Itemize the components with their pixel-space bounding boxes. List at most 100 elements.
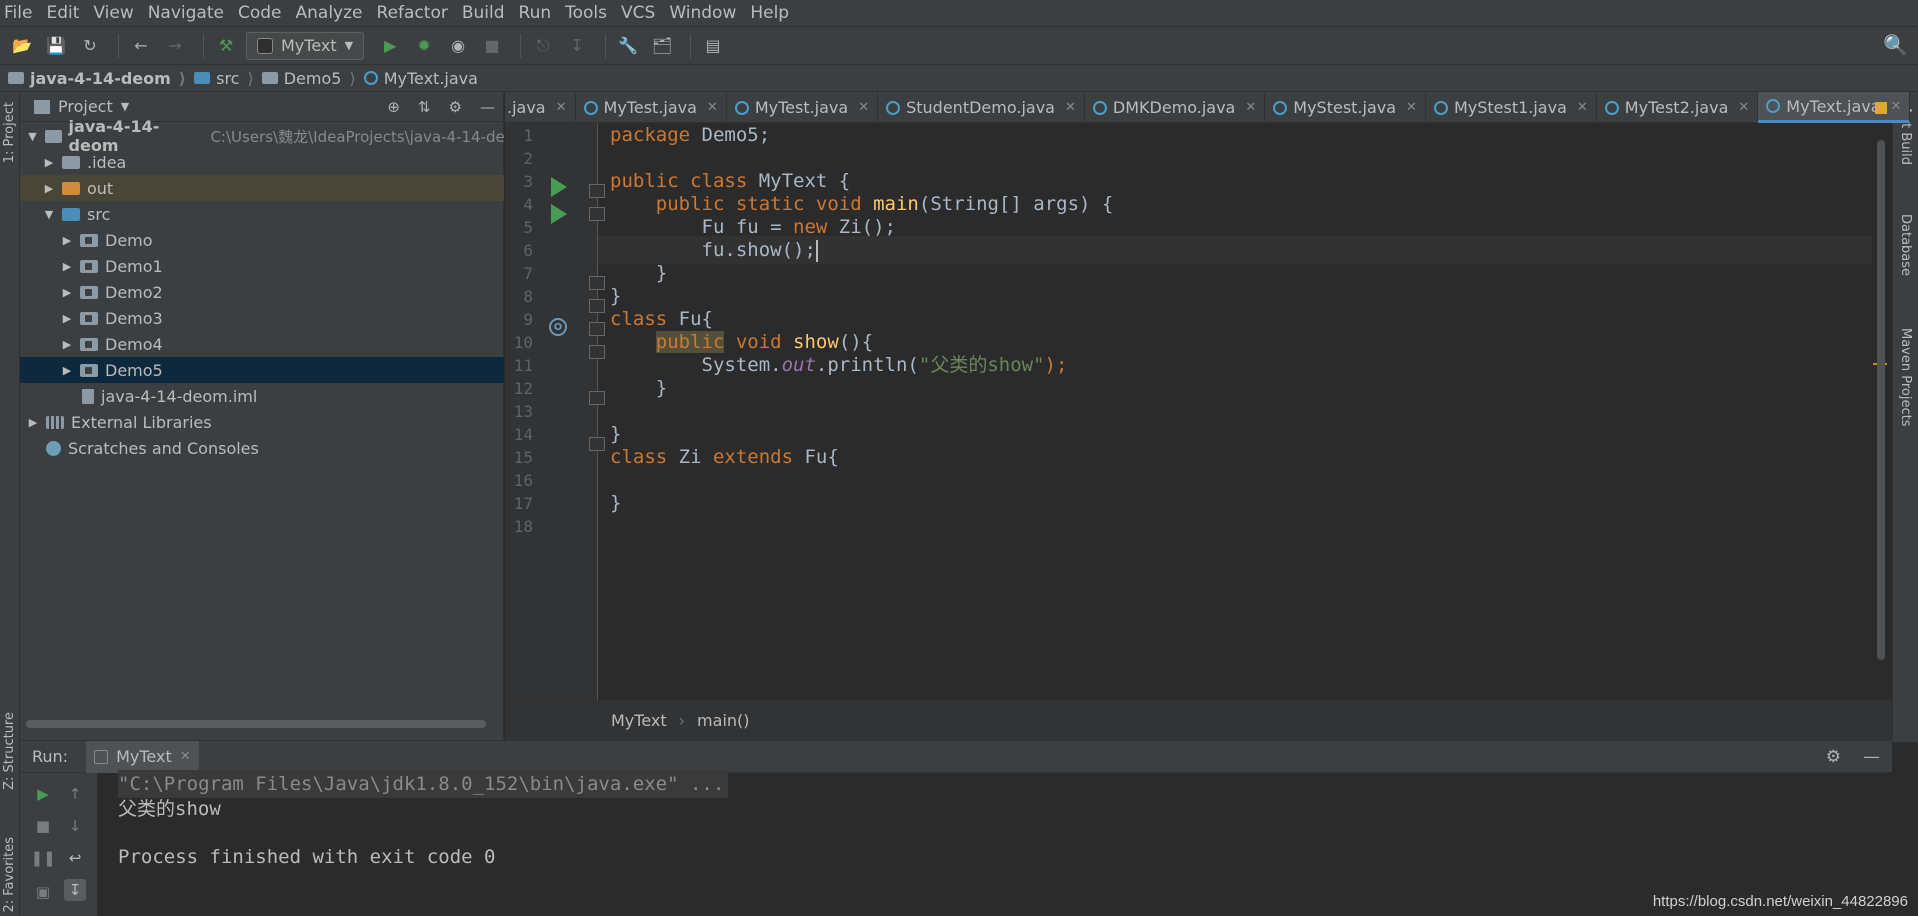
chevron-right-icon[interactable]: ▶ <box>60 338 74 351</box>
vcs-update-icon[interactable]: ⎋ <box>529 32 557 60</box>
tree-item-demo4[interactable]: ▶ Demo4 <box>20 331 504 357</box>
fold-marker-icon[interactable] <box>589 322 605 336</box>
coverage-icon[interactable]: ◉ <box>444 32 472 60</box>
close-icon[interactable]: ✕ <box>1577 100 1588 115</box>
overridden-method-icon[interactable]: O <box>549 318 567 336</box>
menu-window[interactable]: Window <box>669 3 736 23</box>
settings-wrench-icon[interactable]: 🔧 <box>614 32 642 60</box>
debug-bug-icon[interactable]: ✹ <box>410 32 438 60</box>
chevron-down-icon[interactable]: ▼ <box>42 208 56 221</box>
chevron-right-icon[interactable]: ▶ <box>60 312 74 325</box>
run-tab-mytext[interactable]: MyText ✕ <box>86 740 199 773</box>
project-panel-title[interactable]: Project <box>58 97 113 116</box>
chevron-right-icon[interactable]: ▶ <box>26 416 40 429</box>
gear-icon[interactable]: ⚙ <box>1826 747 1841 767</box>
fold-marker-icon[interactable] <box>589 207 605 221</box>
open-folder-icon[interactable]: 📂 <box>8 32 36 60</box>
tabs-overflow-button[interactable]: ▾≡1 <box>1910 92 1918 122</box>
search-icon[interactable]: 🔍 <box>1883 33 1908 57</box>
chevron-down-icon[interactable]: ▼ <box>26 130 39 143</box>
structure-tool-tab[interactable]: Z: Structure <box>2 712 17 790</box>
forward-icon[interactable]: → <box>161 32 189 60</box>
tree-item-out[interactable]: ▶ out <box>20 175 504 201</box>
tree-item-demo5[interactable]: ▶ Demo5 <box>20 357 504 383</box>
tree-item-external-libraries[interactable]: ▶ External Libraries <box>20 409 504 435</box>
chevron-right-icon[interactable]: ▶ <box>60 234 74 247</box>
tab-mystest[interactable]: MyStest.java ✕ <box>1265 92 1426 123</box>
build-hammer-icon[interactable]: ⚒ <box>212 32 240 60</box>
close-icon[interactable]: ✕ <box>1738 100 1749 115</box>
run-main-gutter-icon[interactable] <box>551 204 567 224</box>
fold-marker-icon[interactable] <box>589 299 605 313</box>
horizontal-scrollbar[interactable] <box>26 720 486 728</box>
inspection-status-icon[interactable] <box>1875 102 1887 114</box>
tab-java-partial[interactable]: .java ✕ <box>505 92 576 123</box>
close-icon[interactable]: ✕ <box>1406 100 1417 115</box>
vcs-commit-icon[interactable]: ↧ <box>563 32 591 60</box>
chevron-right-icon[interactable]: ▶ <box>60 260 74 273</box>
stop-icon[interactable]: ■ <box>32 815 54 837</box>
tab-mytest-2[interactable]: MyTest.java ✕ <box>727 92 879 123</box>
menu-help[interactable]: Help <box>750 3 789 23</box>
minimize-icon[interactable]: — <box>1863 747 1880 767</box>
back-icon[interactable]: ← <box>127 32 155 60</box>
menu-edit[interactable]: Edit <box>46 3 79 23</box>
chevron-right-icon[interactable]: ▶ <box>60 286 74 299</box>
stop-icon[interactable]: ■ <box>478 32 506 60</box>
minimize-icon[interactable]: — <box>480 98 495 116</box>
close-icon[interactable]: ✕ <box>1065 100 1076 115</box>
collapse-all-icon[interactable]: ⇅ <box>418 98 431 116</box>
vertical-scrollbar[interactable] <box>1877 130 1885 690</box>
run-icon[interactable]: ▶ <box>376 32 404 60</box>
maven-tool-tab[interactable]: Maven Projects <box>1898 328 1913 427</box>
sdk-manager-icon[interactable]: ▤ <box>699 32 727 60</box>
code-editor[interactable]: package Demo5; public class MyText { pub… <box>598 123 1872 700</box>
close-icon[interactable]: ✕ <box>180 749 191 764</box>
tree-item-project-root[interactable]: ▼ java-4-14-deom C:\Users\魏龙\IdeaProject… <box>20 117 504 155</box>
project-tool-tab[interactable]: 1: Project <box>2 102 17 163</box>
close-icon[interactable]: ✕ <box>556 100 567 115</box>
database-tool-tab[interactable]: Database <box>1898 214 1913 276</box>
menu-vcs[interactable]: VCS <box>621 3 655 23</box>
tree-item-demo2[interactable]: ▶ Demo2 <box>20 279 504 305</box>
menu-code[interactable]: Code <box>238 3 282 23</box>
pause-icon[interactable]: ❚❚ <box>30 847 55 869</box>
menu-build[interactable]: Build <box>462 3 505 23</box>
tree-item-demo3[interactable]: ▶ Demo3 <box>20 305 504 331</box>
fold-marker-icon[interactable] <box>589 276 605 290</box>
tree-item-src[interactable]: ▼ src <box>20 201 504 227</box>
close-icon[interactable]: ✕ <box>1891 99 1902 114</box>
menu-refactor[interactable]: Refactor <box>377 3 448 23</box>
sync-icon[interactable]: ↻ <box>76 32 104 60</box>
tab-mytext[interactable]: MyText.java ✕ <box>1758 92 1911 123</box>
project-structure-icon[interactable]: 🗂 <box>648 32 676 60</box>
arrow-down-icon[interactable]: ↓ <box>64 815 86 837</box>
menu-file[interactable]: File <box>4 3 32 23</box>
close-icon[interactable]: ✕ <box>707 100 718 115</box>
tab-studentdemo[interactable]: StudentDemo.java ✕ <box>878 92 1085 123</box>
tree-item-iml[interactable]: java-4-14-deom.iml <box>20 383 504 409</box>
menu-navigate[interactable]: Navigate <box>148 3 224 23</box>
tree-item-demo[interactable]: ▶ Demo <box>20 227 504 253</box>
favorites-tool-tab[interactable]: 2: Favorites <box>2 837 17 913</box>
chevron-right-icon[interactable]: ▶ <box>60 364 74 377</box>
camera-icon[interactable]: ▣ <box>32 881 54 903</box>
tree-item-demo1[interactable]: ▶ Demo1 <box>20 253 504 279</box>
fold-marker-icon[interactable] <box>589 345 605 359</box>
breadcrumb-package[interactable]: Demo5 ⟩ <box>261 69 356 88</box>
arrow-up-icon[interactable]: ↑ <box>64 783 86 805</box>
run-class-gutter-icon[interactable] <box>551 177 567 197</box>
fold-marker-icon[interactable] <box>589 391 605 405</box>
chevron-down-icon[interactable]: ▼ <box>121 100 129 113</box>
tab-mytest2[interactable]: MyTest2.java ✕ <box>1597 92 1759 123</box>
menu-tools[interactable]: Tools <box>565 3 607 23</box>
tree-item-scratches[interactable]: Scratches and Consoles <box>20 435 504 461</box>
menu-analyze[interactable]: Analyze <box>296 3 363 23</box>
breadcrumb-method[interactable]: main() <box>697 711 749 730</box>
tab-mytest-1[interactable]: MyTest.java ✕ <box>576 92 727 123</box>
close-icon[interactable]: ✕ <box>1245 100 1256 115</box>
fold-marker-icon[interactable] <box>589 184 605 198</box>
soft-wrap-icon[interactable]: ↩ <box>64 847 86 869</box>
breadcrumb-project[interactable]: java-4-14-deom ⟩ <box>8 69 186 88</box>
breadcrumb-class[interactable]: MyText <box>611 711 667 730</box>
